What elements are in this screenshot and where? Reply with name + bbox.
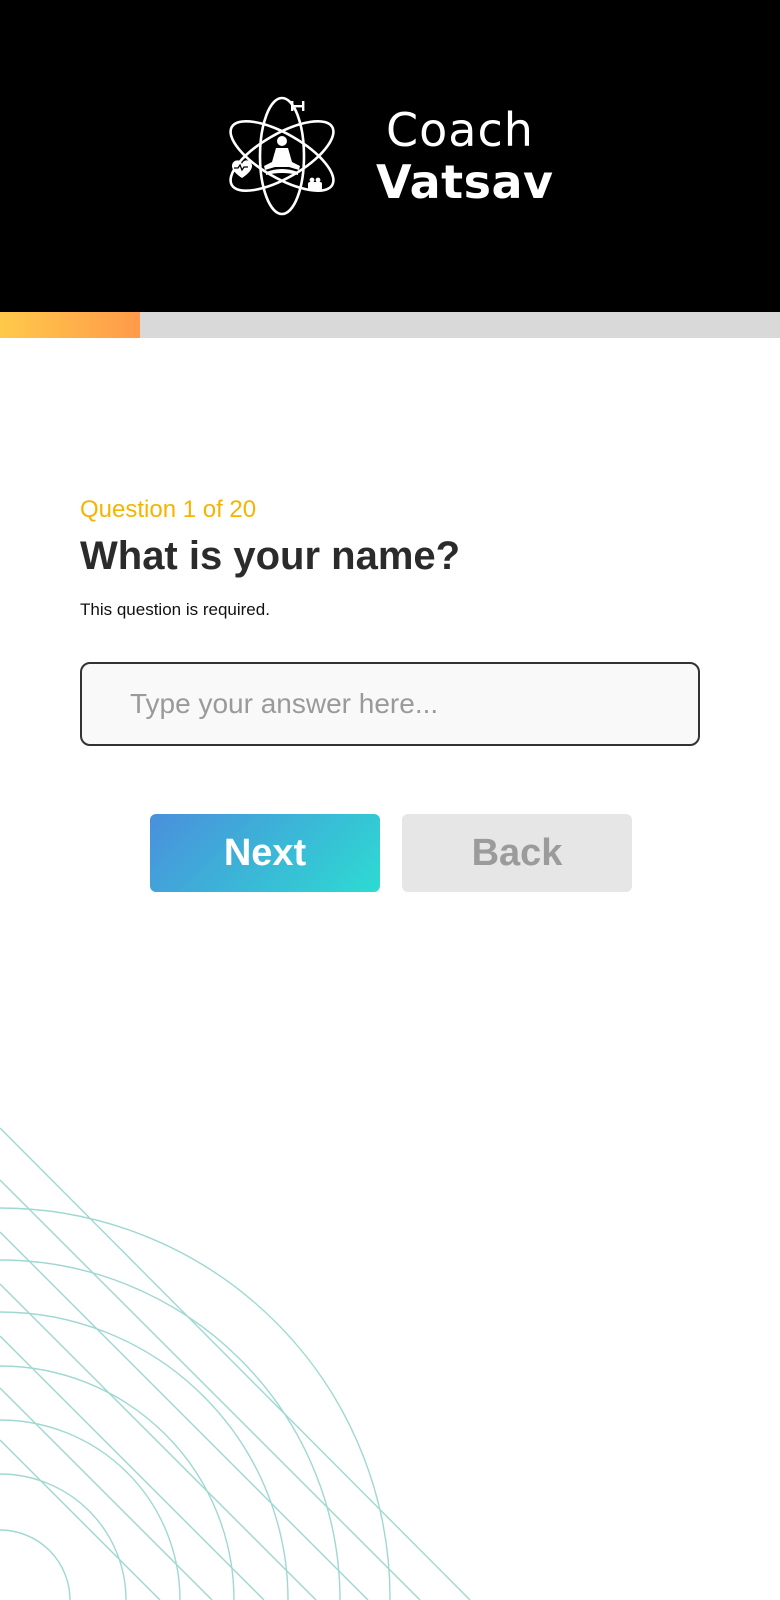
progress-bar <box>0 312 780 338</box>
app-header: Coach Vatsav <box>0 0 780 312</box>
required-note: This question is required. <box>80 600 270 619</box>
brand-line-vatsav: Vatsav <box>376 155 554 209</box>
answer-input[interactable] <box>80 662 700 746</box>
brand-name: Coach Vatsav <box>376 104 554 208</box>
question-counter: Question 1 of 20 <box>80 496 257 523</box>
progress-bar-fill <box>0 312 141 338</box>
next-button[interactable]: Next <box>150 814 380 892</box>
brand-line-coach: Coach <box>386 103 534 157</box>
atom-meditation-logo-icon <box>229 96 335 216</box>
back-button[interactable]: Back <box>402 814 632 892</box>
question-title: What is your name? <box>80 534 461 578</box>
decorative-line-pattern <box>0 1127 471 1600</box>
